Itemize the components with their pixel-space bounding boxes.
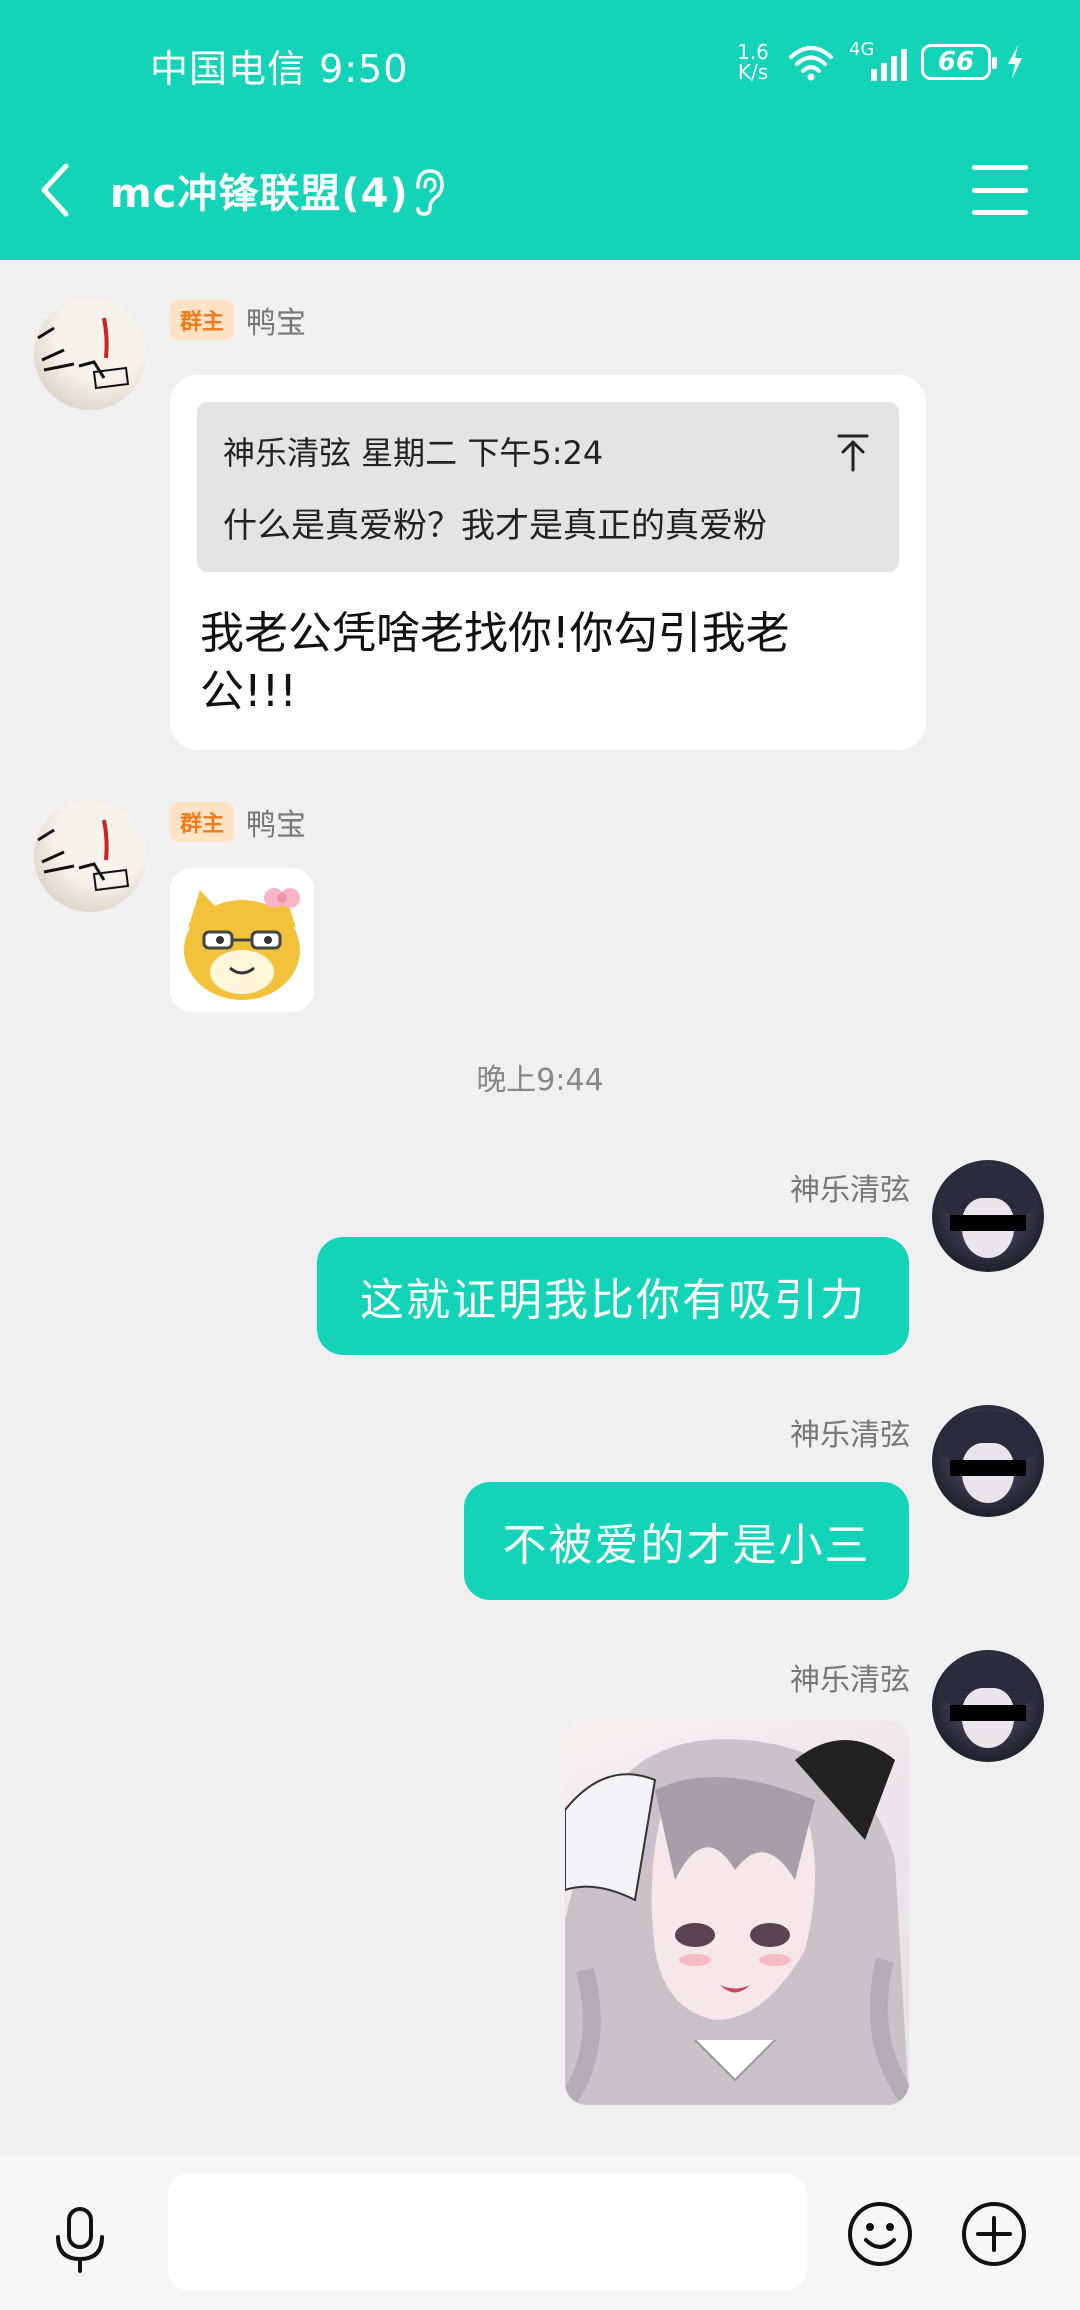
quote-text: 什么是真爱粉？我才是真正的真爱粉 bbox=[223, 506, 767, 546]
avatar[interactable] bbox=[34, 800, 146, 912]
sender-name[interactable]: 鸭宝 bbox=[246, 298, 306, 342]
menu-icon-line bbox=[972, 210, 1028, 215]
back-button[interactable] bbox=[38, 155, 88, 225]
avatar-image bbox=[37, 819, 130, 892]
battery-level: 66 bbox=[937, 47, 975, 77]
avatar[interactable] bbox=[932, 1650, 1044, 1762]
sender-name[interactable]: 神乐清弦 bbox=[790, 1165, 910, 1209]
reply-up-icon[interactable] bbox=[835, 432, 871, 472]
title-bar: mc冲锋联盟(4) bbox=[0, 125, 1080, 260]
image-message[interactable] bbox=[565, 1720, 909, 2105]
avatar-censor-bar bbox=[950, 1705, 1026, 1721]
avatar-censor-bar bbox=[950, 1460, 1026, 1476]
message-text: 不被爱的才是小三 bbox=[502, 1520, 871, 1571]
sticker-message[interactable] bbox=[170, 868, 314, 1012]
group-title[interactable]: mc冲锋联盟(4) bbox=[110, 161, 409, 219]
avatar[interactable] bbox=[932, 1160, 1044, 1272]
ear-icon[interactable] bbox=[410, 167, 446, 217]
network-type: 4G bbox=[849, 39, 875, 60]
sender-name[interactable]: 神乐清弦 bbox=[790, 1655, 910, 1699]
avatar-image bbox=[37, 317, 130, 390]
message-bubble[interactable]: 神乐清弦 星期二 下午5:24 什么是真爱粉？我才是真正的真爱粉 我老公凭啥老找… bbox=[170, 375, 926, 750]
carrier-time: 中国电信 9:50 bbox=[150, 47, 409, 91]
net-speed: 1.6 K/s bbox=[733, 42, 773, 82]
anime-girl-image bbox=[565, 1739, 909, 2105]
battery-icon: 66 bbox=[921, 44, 997, 80]
back-arrow-icon bbox=[41, 163, 69, 217]
sender-row: 群主 鸭宝 bbox=[170, 800, 306, 844]
cellular-signal-icon: 4G bbox=[849, 39, 907, 81]
charging-icon bbox=[1008, 45, 1022, 79]
menu-button[interactable] bbox=[972, 165, 1028, 215]
time-divider: 晚上9:44 bbox=[476, 1063, 604, 1098]
sender-name[interactable]: 神乐清弦 bbox=[790, 1410, 910, 1454]
message-text: 我老公凭啥老找你!你勾引我老公!!! bbox=[200, 608, 790, 717]
status-bar: 中国电信 9:50 1.6 K/s 4G 66 bbox=[0, 0, 1080, 125]
top-bar: 中国电信 9:50 1.6 K/s 4G 66 mc冲锋联盟(4) bbox=[0, 0, 1080, 260]
plus-icon[interactable] bbox=[960, 2200, 1028, 2268]
chat-area[interactable]: 群主 鸭宝 神乐清弦 星期二 下午5:24 什么是真爱粉？我才是真正的真爱粉 我… bbox=[0, 260, 1080, 2155]
message-input[interactable] bbox=[168, 2173, 806, 2291]
sender-name[interactable]: 鸭宝 bbox=[246, 800, 306, 844]
avatar[interactable] bbox=[34, 298, 146, 410]
wifi-icon bbox=[789, 46, 833, 81]
avatar-censor-bar bbox=[950, 1215, 1026, 1231]
quoted-message[interactable]: 神乐清弦 星期二 下午5:24 什么是真爱粉？我才是真正的真爱粉 bbox=[197, 402, 899, 572]
message-bubble[interactable]: 这就证明我比你有吸引力 bbox=[317, 1237, 909, 1355]
owner-badge: 群主 bbox=[170, 802, 235, 842]
mic-icon[interactable] bbox=[50, 2205, 110, 2275]
emoji-icon[interactable] bbox=[846, 2200, 914, 2268]
menu-icon-line bbox=[972, 187, 1028, 193]
avatar[interactable] bbox=[932, 1405, 1044, 1517]
sender-row: 群主 鸭宝 bbox=[170, 298, 306, 342]
quote-meta: 神乐清弦 星期二 下午5:24 bbox=[223, 434, 604, 472]
net-speed-value: 1.6 bbox=[737, 40, 769, 64]
menu-icon-line bbox=[972, 165, 1028, 170]
input-bar bbox=[0, 2155, 1080, 2310]
status-icons: 1.6 K/s 4G 66 bbox=[733, 38, 1025, 86]
net-speed-unit: K/s bbox=[737, 60, 769, 84]
message-bubble[interactable]: 不被爱的才是小三 bbox=[464, 1482, 909, 1600]
message-text: 这就证明我比你有吸引力 bbox=[360, 1275, 866, 1326]
doge-sticker-image bbox=[184, 888, 300, 1000]
owner-badge: 群主 bbox=[170, 300, 235, 340]
